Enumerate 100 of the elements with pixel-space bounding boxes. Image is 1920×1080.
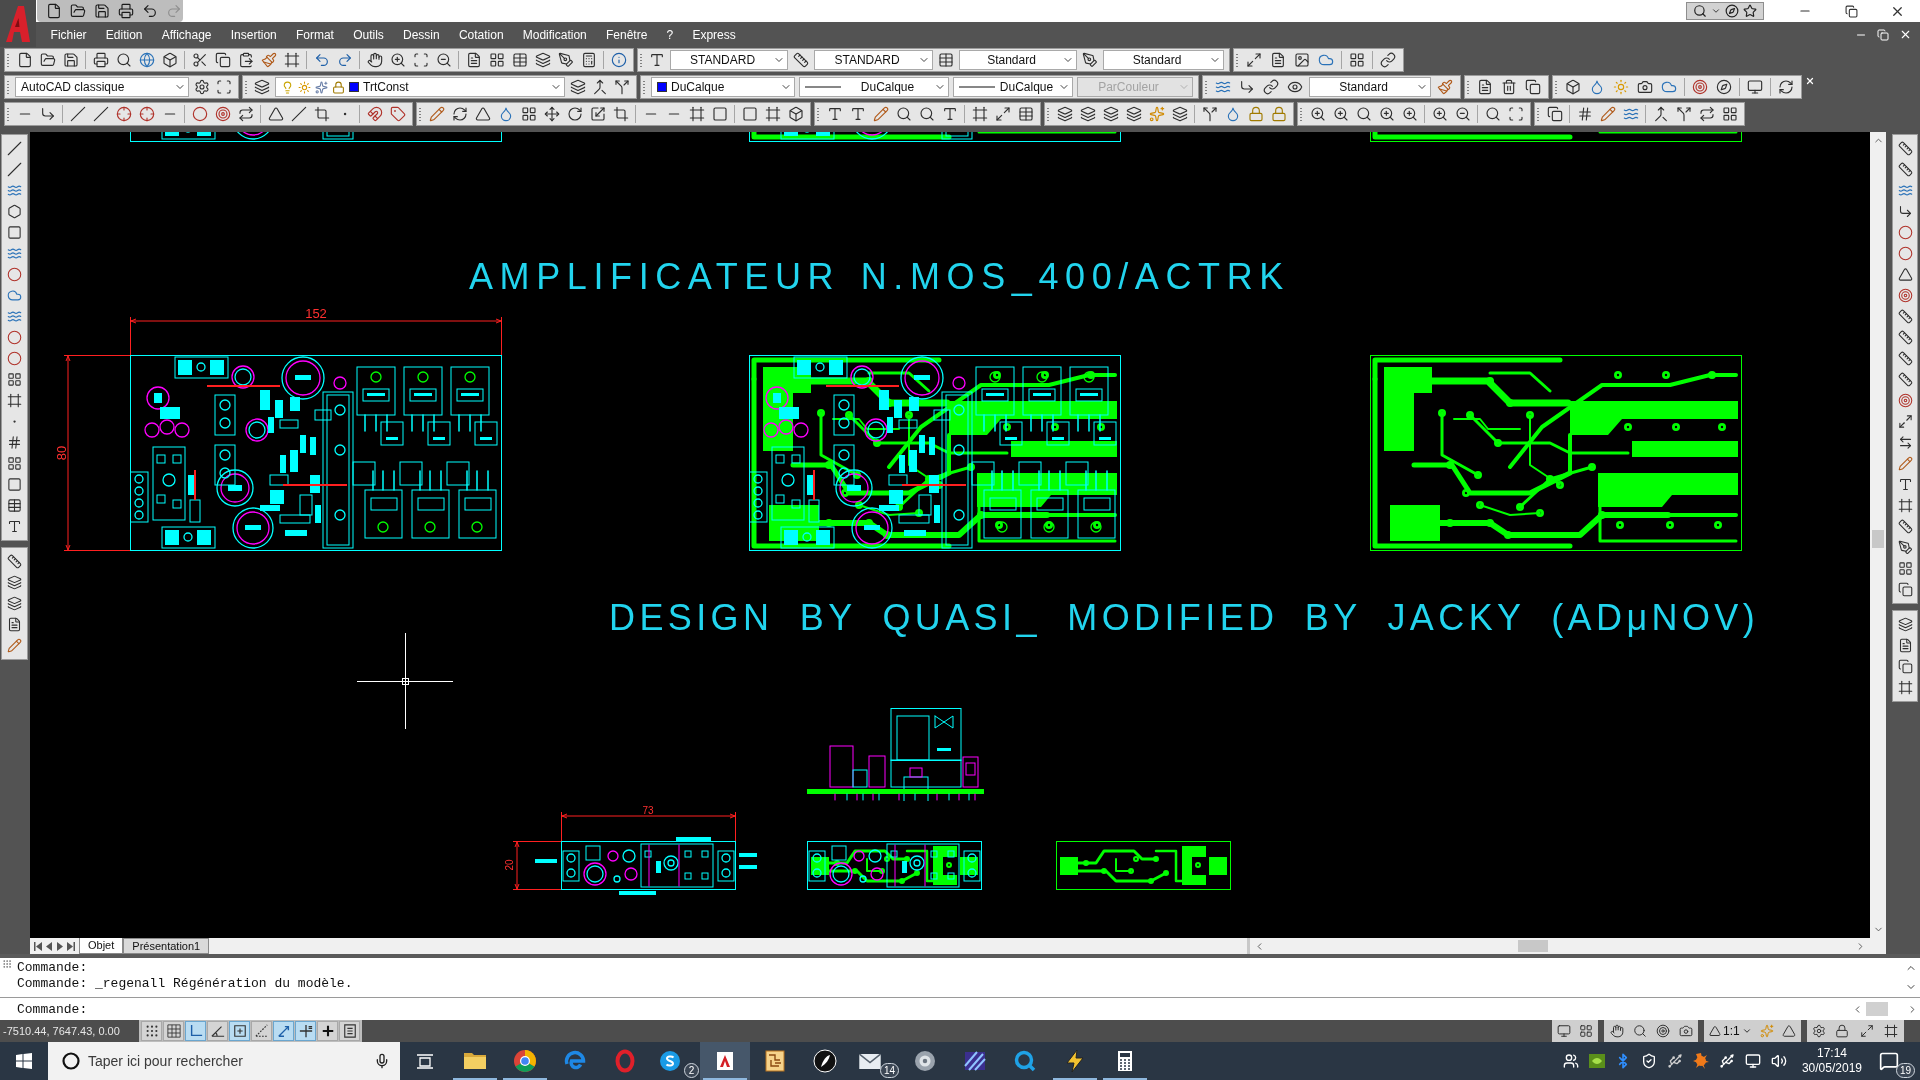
pen-icon[interactable] (1897, 540, 1913, 555)
menu-item[interactable]: Express (682, 25, 746, 44)
grid-icon[interactable] (7, 372, 22, 387)
pencil-icon[interactable] (7, 638, 22, 653)
layers-icon[interactable] (1125, 106, 1142, 122)
square-icon[interactable] (711, 106, 728, 122)
monitor-icon[interactable] (1747, 79, 1763, 95)
triangle-icon[interactable] (1781, 1024, 1796, 1038)
corner-arrow-icon[interactable] (39, 106, 56, 122)
cube-icon[interactable] (787, 106, 804, 122)
line-icon[interactable] (290, 106, 307, 122)
layers-icon[interactable] (1171, 106, 1188, 122)
grid-icon[interactable] (520, 106, 537, 122)
wave-icon[interactable] (1622, 106, 1639, 122)
zoom-in-icon[interactable] (1431, 106, 1448, 122)
tag-icon[interactable] (389, 106, 406, 122)
status-toggle[interactable] (339, 1021, 360, 1041)
search-icon[interactable] (918, 106, 935, 122)
skip-start-icon[interactable] (34, 941, 42, 951)
square-icon[interactable] (7, 225, 22, 240)
square-icon[interactable] (741, 106, 758, 122)
command-input-field[interactable]: Commande: (0, 998, 1852, 1020)
lock-icon[interactable] (1270, 106, 1287, 122)
menu-item[interactable]: Outils (343, 25, 394, 44)
cloud-icon[interactable] (7, 288, 22, 303)
frame-icon[interactable] (688, 106, 705, 122)
split-icon[interactable] (614, 79, 630, 95)
frame-icon[interactable] (971, 106, 988, 122)
stripes-icon[interactable] (963, 1049, 987, 1073)
ruler-icon[interactable] (1897, 351, 1913, 366)
layers-icon[interactable] (1102, 106, 1119, 122)
split-icon[interactable] (1201, 106, 1218, 122)
document-icon[interactable] (1270, 52, 1286, 68)
ruler-icon[interactable] (1897, 309, 1913, 324)
status-toggle[interactable] (273, 1021, 294, 1041)
scroll-thumb[interactable] (1866, 1002, 1888, 1016)
frame-icon[interactable] (283, 52, 300, 68)
circle-icon[interactable] (7, 267, 22, 282)
crosshair-icon[interactable] (115, 106, 132, 122)
printer-icon[interactable] (118, 3, 134, 19)
layers-icon[interactable] (1897, 617, 1913, 632)
hash-icon[interactable] (7, 435, 22, 450)
file-icon[interactable] (16, 52, 33, 68)
status-toggle[interactable] (185, 1021, 206, 1041)
ring-icon[interactable] (613, 1049, 637, 1073)
refresh-icon[interactable] (451, 106, 468, 122)
folder-icon[interactable] (39, 52, 56, 68)
split-icon[interactable] (1675, 106, 1692, 122)
grid-icon[interactable] (1721, 106, 1738, 122)
wave-icon[interactable] (1215, 79, 1231, 95)
expand-icon[interactable] (1897, 414, 1913, 429)
cloud-icon[interactable] (1661, 79, 1677, 95)
target-icon[interactable] (1655, 1024, 1670, 1038)
document-icon[interactable] (465, 52, 482, 68)
text-icon[interactable] (649, 52, 665, 68)
status-toggle[interactable] (229, 1021, 250, 1041)
pencil-icon[interactable] (872, 106, 889, 122)
crop-icon[interactable] (313, 106, 330, 122)
circle-icon[interactable] (7, 351, 22, 366)
ruler-icon[interactable] (793, 52, 809, 68)
menu-item[interactable]: ? (656, 25, 683, 44)
droplet-icon[interactable] (1589, 79, 1605, 95)
scroll-thumb[interactable] (1518, 940, 1548, 952)
undo-icon[interactable] (142, 3, 158, 19)
text-icon[interactable] (941, 106, 958, 122)
style-dropdown[interactable]: Standard (1309, 77, 1431, 97)
layout-tab[interactable]: Présentation1 (123, 938, 210, 954)
notification-icon[interactable] (1879, 1051, 1899, 1071)
rotate-icon[interactable] (566, 106, 583, 122)
caret-right-icon[interactable] (56, 941, 64, 951)
frame-icon[interactable] (1897, 680, 1913, 695)
clock-date[interactable]: 30/05/2019 (1801, 1061, 1862, 1076)
layers-icon[interactable] (1056, 106, 1073, 122)
copy-icon[interactable] (1525, 79, 1541, 95)
close-icon[interactable] (1899, 28, 1912, 41)
frame-icon[interactable] (7, 393, 22, 408)
frame-icon[interactable] (1884, 1024, 1899, 1038)
zoom-in-icon[interactable] (1309, 106, 1326, 122)
wave-icon[interactable] (7, 246, 22, 261)
layers-icon[interactable] (534, 52, 551, 68)
property-dropdown[interactable]: DuCalque (953, 77, 1073, 97)
menu-item[interactable]: Format (286, 25, 344, 44)
hand-icon[interactable] (1609, 1024, 1624, 1038)
save-icon[interactable] (62, 52, 79, 68)
ruler-icon[interactable] (1897, 141, 1913, 156)
corner-brackets-icon[interactable] (412, 52, 429, 68)
triangle-icon[interactable] (1897, 267, 1913, 282)
eye-icon[interactable] (1287, 79, 1303, 95)
chat-icon[interactable] (660, 1051, 680, 1071)
table-icon[interactable] (7, 498, 22, 513)
zoom-in-icon[interactable] (1332, 106, 1349, 122)
zoom-in-icon[interactable] (1401, 106, 1418, 122)
search-icon[interactable] (1693, 4, 1707, 18)
ruler-icon[interactable] (7, 554, 22, 569)
scissors-icon[interactable] (191, 52, 208, 68)
search-icon[interactable] (1355, 106, 1372, 122)
crop-icon[interactable] (612, 106, 629, 122)
trash-icon[interactable] (1501, 79, 1517, 95)
search-icon[interactable] (895, 106, 912, 122)
circle-icon[interactable] (7, 330, 22, 345)
